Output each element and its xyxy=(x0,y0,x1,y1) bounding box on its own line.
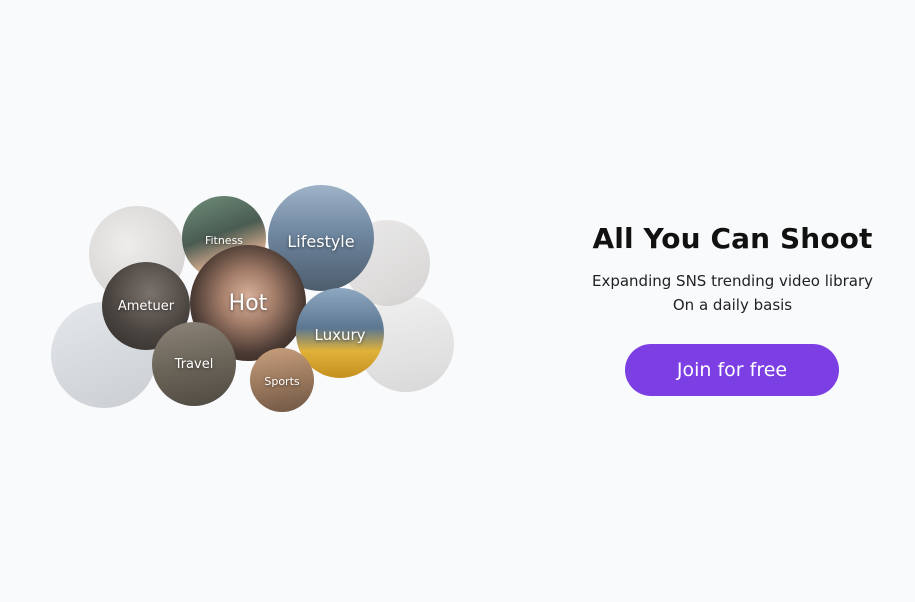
hero-subtitle-line2: On a daily basis xyxy=(672,296,793,314)
luxury-label: Luxury xyxy=(314,326,366,344)
category-sports[interactable]: Sports xyxy=(250,348,314,412)
category-bubble-cluster: Fitness Lifestyle Ametuer Hot Luxury Tra… xyxy=(0,0,470,602)
sports-label: Sports xyxy=(264,374,300,388)
hero-title: All You Can Shoot xyxy=(592,222,873,255)
amateur-label: Ametuer xyxy=(117,298,175,314)
category-travel[interactable]: Travel xyxy=(152,322,236,406)
hero-subtitle-line1: Expanding SNS trending video library xyxy=(591,272,874,290)
hot-label: Hot xyxy=(228,290,268,316)
join-for-free-button[interactable]: Join for free xyxy=(625,344,839,396)
travel-label: Travel xyxy=(174,356,214,372)
hero-text: All You Can Shoot Expanding SNS trending… xyxy=(560,222,905,317)
